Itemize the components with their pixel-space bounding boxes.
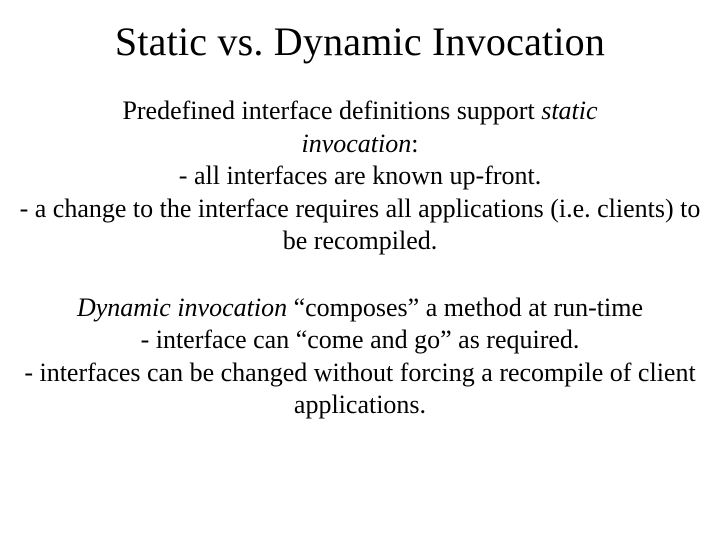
dynamic-bullet-1: - interface can “come and go” as require… [10, 324, 710, 357]
dynamic-lead-b: “composes” a method at run-time [287, 293, 643, 322]
static-lead-b: static [541, 96, 597, 125]
slide: Static vs. Dynamic Invocation Predefined… [0, 0, 720, 540]
dynamic-paragraph: Dynamic invocation “composes” a method a… [10, 292, 710, 422]
dynamic-lead-a: Dynamic invocation [77, 293, 287, 322]
dynamic-bullet-2: - interfaces can be changed without forc… [10, 357, 710, 422]
slide-title: Static vs. Dynamic Invocation [0, 0, 720, 65]
static-lead-line1: Predefined interface definitions support… [10, 95, 710, 128]
static-lead-line2: invocation: [10, 128, 710, 161]
static-bullet-1: - all interfaces are known up-front. [10, 160, 710, 193]
static-lead-d: : [411, 129, 418, 158]
static-paragraph: Predefined interface definitions support… [10, 95, 710, 258]
static-bullet-2: - a change to the interface requires all… [10, 193, 710, 258]
static-lead-c: invocation [302, 129, 412, 158]
static-lead-a: Predefined interface definitions support [122, 96, 541, 125]
dynamic-lead-line: Dynamic invocation “composes” a method a… [10, 292, 710, 325]
